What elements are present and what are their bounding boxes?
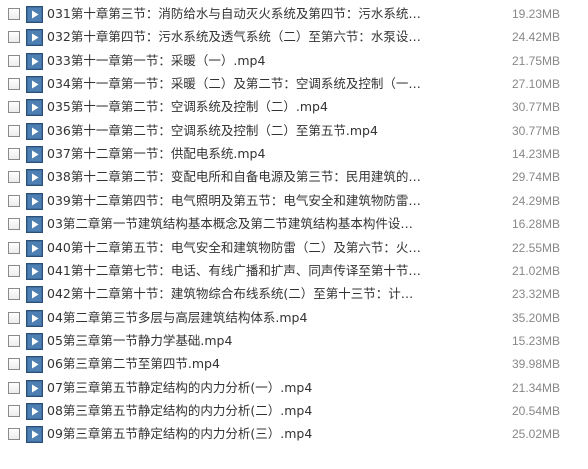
file-size: 16.28MB	[511, 217, 560, 232]
file-row[interactable]: 040第十二章第五节：电气安全和建筑物防雷（二）及第六节：火.m... 22.55…	[0, 238, 588, 262]
video-file-icon	[26, 52, 43, 70]
file-row[interactable]: 035第十一章第二节：空调系统及控制（二）.mp4 30.77MB	[0, 97, 588, 121]
file-size: 20.54MB	[511, 403, 560, 418]
file-name[interactable]: 033第十一章第一节：采暖（一）.mp4	[47, 51, 422, 71]
file-row[interactable]: 037第十二章第一节：供配电系统.mp4 14.23MB	[0, 144, 588, 168]
video-file-icon	[26, 29, 43, 47]
file-row[interactable]: 08第三章第五节静定结构的内力分析(二）.mp4 20.54MB	[0, 401, 588, 425]
file-row[interactable]: 041第十二章第七节：电话、有线广播和扩声、同声传译至第十节：... 21.02M…	[0, 261, 588, 285]
file-checkbox[interactable]	[8, 218, 20, 231]
file-row[interactable]: 09第三章第五节静定结构的内力分析(三）.mp4 25.02MB	[0, 424, 588, 448]
file-size: 22.55MB	[511, 240, 560, 255]
file-name[interactable]: 042第十二章第十节：建筑物综合布线系统(二）至第十三节：计算机...	[47, 284, 422, 304]
video-file-icon	[26, 239, 43, 257]
file-checkbox[interactable]	[8, 264, 20, 277]
file-size: 19.23MB	[511, 7, 560, 21]
file-name[interactable]: 038第十二章第二节：变配电所和自备电源及第三节：民用建筑的配...	[47, 167, 422, 187]
file-name[interactable]: 041第十二章第七节：电话、有线广播和扩声、同声传译至第十节：...	[47, 261, 422, 281]
file-size: 24.29MB	[511, 193, 560, 208]
file-row[interactable]: 032第十章第四节：污水系统及透气系统（二）至第六节：水泵设.m... 24.42…	[0, 27, 588, 51]
file-name[interactable]: 036第十一章第二节：空调系统及控制（二）至第五节.mp4	[47, 121, 422, 141]
video-file-icon	[26, 192, 43, 210]
video-file-icon	[26, 356, 43, 374]
file-size: 39.98MB	[511, 357, 560, 372]
file-checkbox[interactable]	[8, 8, 20, 20]
file-checkbox[interactable]	[8, 148, 20, 161]
file-checkbox[interactable]	[8, 334, 20, 347]
file-name[interactable]: 03第二章第一节建筑结构基本概念及第二节建筑结构基本构件设计....	[47, 214, 422, 234]
video-file-icon	[26, 426, 43, 444]
file-name[interactable]: 037第十二章第一节：供配电系统.mp4	[47, 144, 422, 164]
file-size: 35.20MB	[511, 310, 560, 325]
file-checkbox[interactable]	[8, 78, 20, 91]
file-size: 23.32MB	[511, 287, 560, 302]
file-row[interactable]: 042第十二章第十节：建筑物综合布线系统(二）至第十三节：计算机... 23.32…	[0, 284, 588, 308]
file-size: 14.23MB	[511, 147, 560, 162]
file-checkbox[interactable]	[8, 288, 20, 301]
file-row[interactable]: 03第二章第一节建筑结构基本概念及第二节建筑结构基本构件设计.... 16.28M…	[0, 214, 588, 238]
file-name[interactable]: 09第三章第五节静定结构的内力分析(三）.mp4	[47, 424, 422, 444]
file-size: 25.02MB	[511, 427, 560, 442]
file-name[interactable]: 035第十一章第二节：空调系统及控制（二）.mp4	[47, 97, 422, 117]
video-file-icon	[26, 262, 43, 280]
file-checkbox[interactable]	[8, 404, 20, 417]
file-name[interactable]: 05第三章第一节静力学基础.mp4	[47, 331, 422, 351]
file-name[interactable]: 034第十一章第一节：采暖（二）及第二节：空调系统及控制（一）....	[47, 74, 422, 94]
file-row[interactable]: 034第十一章第一节：采暖（二）及第二节：空调系统及控制（一）.... 27.10…	[0, 74, 588, 98]
video-file-icon	[26, 309, 43, 327]
file-row[interactable]: 039第十二章第四节：电气照明及第五节：电气安全和建筑物防雷(一... 24.29…	[0, 191, 588, 215]
file-row[interactable]: 06第三章第二节至第四节.mp4 39.98MB	[0, 354, 588, 378]
video-file-icon	[26, 122, 43, 140]
file-row[interactable]: 033第十一章第一节：采暖（一）.mp4 21.75MB	[0, 51, 588, 75]
file-checkbox[interactable]	[8, 171, 20, 184]
file-row[interactable]: 05第三章第一节静力学基础.mp4 15.23MB	[0, 331, 588, 355]
file-size: 24.42MB	[511, 30, 560, 45]
file-row[interactable]: 07第三章第五节静定结构的内力分析(一）.mp4 21.34MB	[0, 378, 588, 402]
video-file-icon	[26, 402, 43, 420]
file-name[interactable]: 039第十二章第四节：电气照明及第五节：电气安全和建筑物防雷(一...	[47, 191, 422, 211]
file-checkbox[interactable]	[8, 194, 20, 207]
file-list: 031第十章第三节：消防给水与自动灭火系统及第四节：污水系统及... 19.23M…	[0, 0, 588, 469]
video-file-icon	[26, 76, 43, 94]
file-checkbox[interactable]	[8, 101, 20, 114]
file-checkbox[interactable]	[8, 381, 20, 394]
video-file-icon	[26, 216, 43, 234]
file-row[interactable]: 031第十章第三节：消防给水与自动灭火系统及第四节：污水系统及... 19.23M…	[0, 4, 588, 28]
file-name[interactable]: 07第三章第五节静定结构的内力分析(一）.mp4	[47, 378, 422, 398]
file-checkbox[interactable]	[8, 428, 20, 441]
file-checkbox[interactable]	[8, 31, 20, 44]
file-checkbox[interactable]	[8, 241, 20, 254]
file-name[interactable]: 08第三章第五节静定结构的内力分析(二）.mp4	[47, 401, 422, 421]
video-file-icon	[26, 169, 43, 187]
file-size: 21.34MB	[511, 380, 560, 395]
file-name[interactable]: 031第十章第三节：消防给水与自动灭火系统及第四节：污水系统及...	[47, 4, 422, 24]
file-name[interactable]: 032第十章第四节：污水系统及透气系统（二）至第六节：水泵设.m...	[47, 27, 422, 47]
file-size: 27.10MB	[511, 77, 560, 92]
file-row[interactable]: 036第十一章第二节：空调系统及控制（二）至第五节.mp4 30.77MB	[0, 121, 588, 145]
video-file-icon	[26, 99, 43, 117]
file-size: 30.77MB	[511, 100, 560, 115]
file-row[interactable]: 04第二章第三节多层与高层建筑结构体系.mp4 35.20MB	[0, 308, 588, 332]
file-checkbox[interactable]	[8, 358, 20, 371]
file-name[interactable]: 040第十二章第五节：电气安全和建筑物防雷（二）及第六节：火.m...	[47, 238, 422, 258]
file-size: 29.74MB	[511, 170, 560, 185]
file-row[interactable]: 038第十二章第二节：变配电所和自备电源及第三节：民用建筑的配... 29.74M…	[0, 167, 588, 191]
file-checkbox[interactable]	[8, 124, 20, 137]
video-file-icon	[26, 286, 43, 304]
file-size: 30.77MB	[511, 123, 560, 138]
file-size: 15.23MB	[511, 333, 560, 348]
video-file-icon	[26, 146, 43, 164]
file-checkbox[interactable]	[8, 54, 20, 67]
video-file-icon	[26, 379, 43, 397]
video-file-icon	[26, 332, 43, 350]
file-name[interactable]: 06第三章第二节至第四节.mp4	[47, 354, 422, 374]
file-size: 21.75MB	[511, 53, 560, 68]
file-size: 21.02MB	[511, 263, 560, 278]
file-name[interactable]: 04第二章第三节多层与高层建筑结构体系.mp4	[47, 308, 422, 328]
video-file-icon	[26, 6, 43, 23]
file-checkbox[interactable]	[8, 311, 20, 324]
